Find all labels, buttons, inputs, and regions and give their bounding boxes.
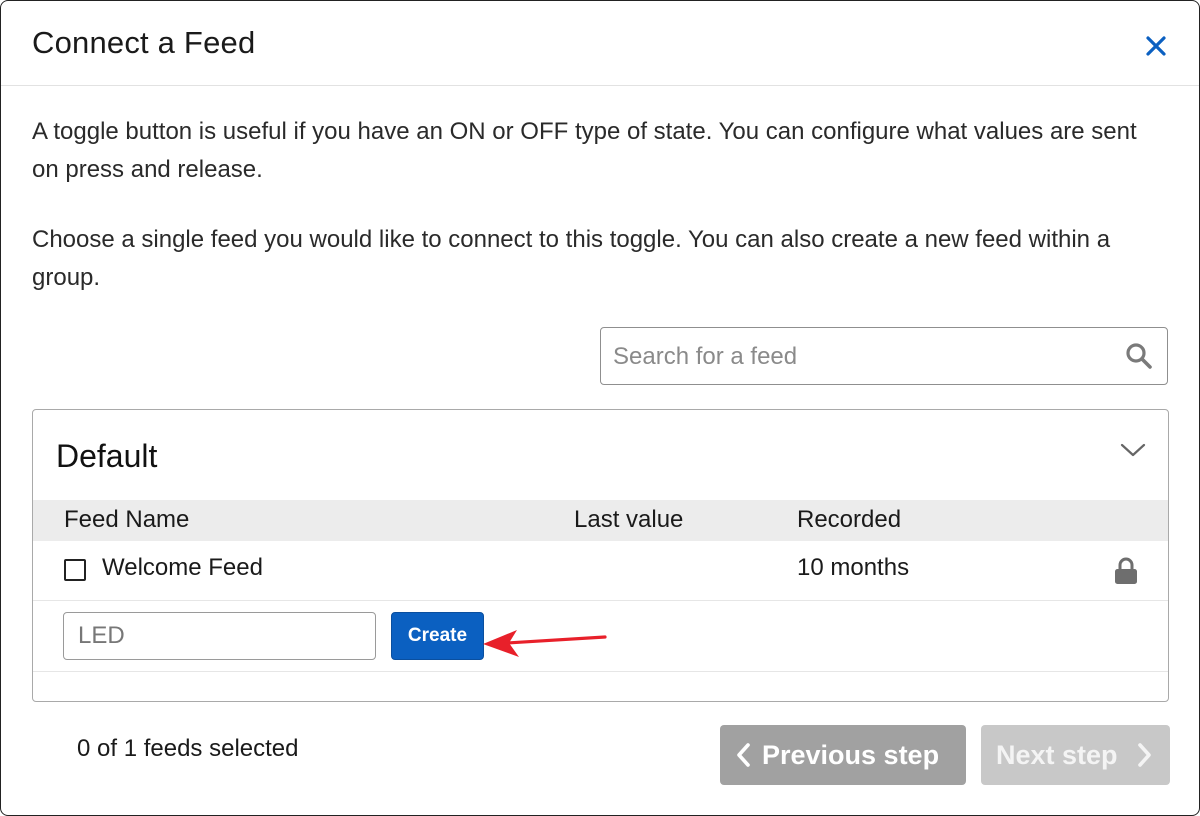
connect-feed-dialog: Connect a Feed A toggle button is useful… — [0, 0, 1200, 816]
dialog-header: Connect a Feed — [1, 1, 1199, 86]
table-row[interactable]: Welcome Feed 10 months — [33, 541, 1168, 601]
new-feed-name-input[interactable] — [63, 612, 376, 660]
close-icon[interactable] — [1141, 31, 1171, 61]
table-header: Feed Name Last value Recorded — [33, 500, 1168, 541]
column-header-last-value[interactable]: Last value — [574, 506, 683, 534]
search-input[interactable] — [611, 328, 1115, 386]
chevron-down-icon[interactable] — [1118, 440, 1148, 460]
next-step-label: Next step — [996, 740, 1118, 770]
group-title: Default — [56, 438, 158, 474]
chevron-left-icon — [737, 743, 750, 767]
search-icon[interactable] — [1125, 342, 1153, 370]
previous-step-button[interactable]: Previous step — [720, 725, 966, 785]
lock-icon — [1115, 557, 1137, 584]
instruction-paragraph: Choose a single feed you would like to c… — [32, 226, 1111, 291]
feed-recorded: 10 months — [797, 554, 910, 581]
next-step-button[interactable]: Next step — [981, 725, 1170, 785]
selection-count: 0 of 1 feeds selected — [77, 735, 299, 762]
previous-step-label: Previous step — [762, 740, 940, 770]
column-header-feed-name[interactable]: Feed Name — [64, 506, 189, 534]
annotation-arrow — [483, 630, 607, 657]
dialog-title: Connect a Feed — [32, 25, 256, 60]
search-box — [600, 327, 1168, 386]
feed-name: Welcome Feed — [102, 554, 263, 581]
chevron-right-icon — [1138, 743, 1151, 767]
feed-checkbox[interactable] — [64, 559, 86, 581]
description-paragraph: A toggle button is useful if you have an… — [32, 118, 1137, 183]
column-header-recorded[interactable]: Recorded — [797, 506, 901, 534]
create-button[interactable]: Create — [391, 612, 484, 660]
